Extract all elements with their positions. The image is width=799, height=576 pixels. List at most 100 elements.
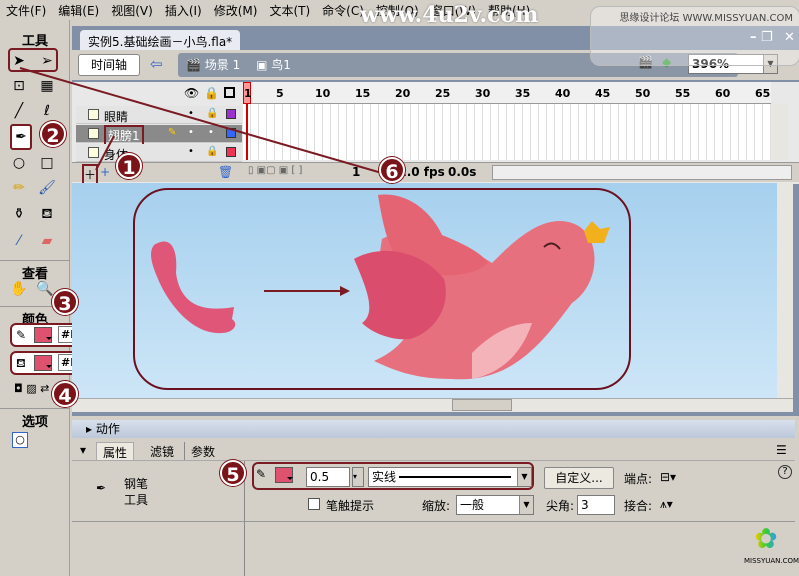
stroke-width-input[interactable]: 0.5 [306,467,350,487]
chevron-down-icon[interactable]: ▼ [519,496,533,514]
frames-grid[interactable] [243,104,771,160]
highlight-box [8,48,58,72]
tab-filters[interactable]: 滤镜 [144,442,180,461]
missyuan-logo: ✿ MISSYUAN.COM [744,521,799,571]
watermark-forum-text: 思缘设计论坛 WWW.MISSYUAN.COM [619,13,793,24]
cap-select[interactable]: ⊟▾ [660,470,676,484]
miter-input[interactable]: 3 [577,495,615,515]
wing-shape [151,241,236,334]
outline-icon[interactable] [224,87,235,98]
lasso-tool-icon[interactable]: ℓ [36,100,58,122]
lock-icon[interactable]: 🔒 [204,86,219,100]
stage[interactable] [72,183,777,398]
lock-icon[interactable]: 🔒 [206,108,218,119]
layer-color-box[interactable] [226,109,236,119]
collapse-arrow-icon[interactable]: ▾ [80,443,86,457]
eyedropper-tool-icon[interactable]: ⁄ [8,230,30,252]
gradient-transform-tool-icon[interactable]: ▦ [36,75,58,97]
line-tool-icon[interactable]: ╱ [8,100,30,122]
frame-number: 5 [276,87,284,100]
layer-name[interactable]: 翅膀1 [104,125,144,146]
frame-number: 20 [395,87,411,100]
layer-row[interactable]: 眼睛 • 🔒 [76,106,242,124]
color-swap-icons[interactable]: ◘ ▨ ⇄ [14,382,49,395]
frame-number: 45 [595,87,611,100]
timeline-vscroll[interactable] [772,104,788,160]
layer-color-box[interactable] [226,147,236,157]
visible-dot[interactable]: • [188,108,194,119]
frame-number: 10 [315,87,331,100]
join-select[interactable]: ⩚▾ [660,497,673,512]
eraser-tool-icon[interactable]: ▰ [36,230,58,252]
paint-bucket-tool-icon[interactable]: ⛾ [36,203,58,225]
stroke-color-swatch[interactable] [34,327,52,343]
timeline-hscroll[interactable] [492,165,792,180]
fill-color-swatch[interactable] [34,355,52,371]
frame-number: 40 [555,87,571,100]
chevron-down-icon[interactable]: ▼ [517,468,531,486]
hand-tool-icon[interactable]: ✋ [8,278,30,300]
stroke-style-select[interactable]: 实线 ▼ [368,467,532,487]
free-transform-tool-icon[interactable]: ⊡ [8,75,30,97]
visible-dot[interactable]: • [188,127,194,138]
menu-insert[interactable]: 插入(I) [159,0,208,20]
layer-color-box[interactable] [226,128,236,138]
frame-ruler[interactable]: 1 5 10 15 20 25 30 35 40 45 50 55 60 65 [243,82,771,104]
layer-name[interactable]: 眼睛 [104,108,128,125]
stroke-hint-checkbox[interactable] [308,498,320,510]
snap-option-icon[interactable]: ○ [12,432,28,448]
fill-bucket-icon: ⛾ [16,356,26,370]
lock-icon[interactable]: 🔒 [206,146,218,157]
pen-tool-icon[interactable]: ✒ [10,124,32,150]
onion-skin-icons[interactable]: ▯ ▣▢ ▣ [ ] [248,165,302,176]
eye-icon[interactable]: 👁 [184,86,199,100]
add-guide-layer-icon[interactable]: + [100,165,110,179]
step-badge-5: 5 [220,460,246,486]
menu-modify[interactable]: 修改(M) [208,0,264,20]
watermark-forum: 思缘设计论坛 WWW.MISSYUAN.COM [590,6,799,66]
custom-stroke-button[interactable]: 自定义... [544,467,614,489]
actions-panel-header[interactable]: ▸ 动作 [72,420,795,438]
visible-dot[interactable]: • [188,146,194,157]
pen-tool-icon: ✒ [96,481,107,495]
frame-number: 50 [635,87,651,100]
insert-layer-icon[interactable]: ＋ [82,164,99,185]
delete-layer-icon[interactable]: 🗑 [218,165,233,179]
logo-text: MISSYUAN.COM [744,557,799,565]
unlock-dot[interactable]: • [208,127,214,138]
layer-row[interactable]: 身体 • 🔒 [76,144,242,162]
back-arrow-icon[interactable]: ⇦ [150,55,163,73]
breadcrumb-symbol[interactable]: 鸟1 [271,58,291,72]
stroke-width-value: 0.5 [310,470,330,484]
oval-tool-icon[interactable]: ○ [8,152,30,174]
help-icon[interactable]: ? [778,465,792,479]
rectangle-tool-icon[interactable]: □ [36,152,58,174]
expand-arrow-icon: ▸ [86,422,96,436]
breadcrumb-scene[interactable]: 场景 1 [205,58,240,72]
tab-properties[interactable]: 属性 [96,442,135,462]
stage-vscroll[interactable] [777,183,793,398]
panel-menu-icon[interactable]: ☰ [776,443,787,457]
watermark-site: www.4u2v.com [360,2,539,28]
ink-bottle-tool-icon[interactable]: ⚱ [8,203,30,225]
frame-number: 1 [244,87,252,100]
pencil-tool-icon[interactable]: ✏ [8,177,30,199]
actions-label: 动作 [95,422,120,436]
menu-view[interactable]: 视图(V) [105,0,159,20]
scale-select[interactable]: 一般 ▼ [456,495,534,515]
menu-text[interactable]: 文本(T) [263,0,316,20]
stroke-width-slider-button[interactable]: ▾ [352,467,364,487]
tab-parameters[interactable]: 参数 [184,442,221,461]
brush-tool-icon[interactable]: 🖌 [36,177,58,199]
miter-value: 3 [581,498,589,512]
timeline-button[interactable]: 时间轴 [78,54,140,76]
menu-edit[interactable]: 编辑(E) [52,0,105,20]
layer-row-selected[interactable]: 翅膀1 ✎ • • [76,125,242,146]
menu-file[interactable]: 文件(F) [0,0,52,20]
stage-hscroll[interactable] [72,398,793,412]
tool-name-line1: 钢笔 [124,477,149,491]
timeline-footer: ＋ + 🗑 ▯ ▣▢ ▣ [ ] 1 12.0 fps 0.0s [72,162,799,185]
stroke-color-swatch[interactable] [275,467,293,483]
stage-artwork [133,188,631,390]
scroll-thumb[interactable] [452,399,512,411]
